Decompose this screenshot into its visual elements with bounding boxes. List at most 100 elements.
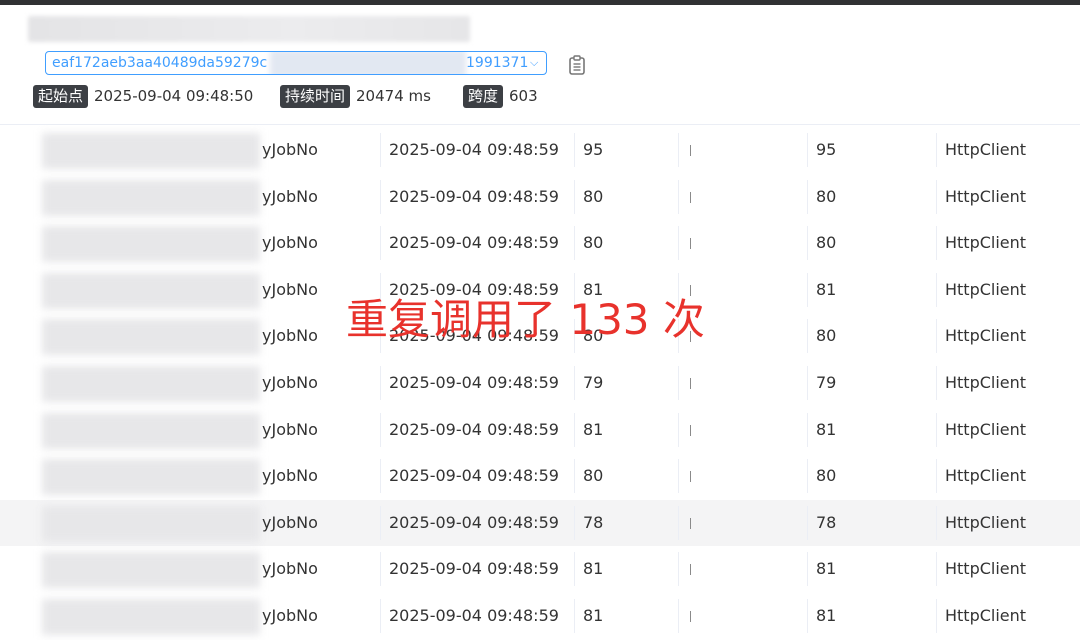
column-divider: [380, 598, 381, 633]
span-duration: 81: [583, 559, 604, 579]
column-divider: [574, 412, 575, 447]
span-duration: 78: [583, 512, 604, 532]
start-time-tag: 起始点: [33, 85, 89, 108]
span-name: yJobNo: [262, 326, 318, 346]
trace-id-start-text: eaf172aeb3aa40489da59279c: [52, 55, 268, 71]
span-component: HttpClient: [945, 559, 1027, 579]
span-duration: 80: [583, 233, 604, 253]
duration-bar: [690, 377, 691, 389]
span-self-duration: 81: [816, 559, 837, 579]
redacted-name: [42, 133, 260, 169]
span-self-duration: 80: [816, 233, 837, 253]
span-start-time: 2025-09-04 09:48:59: [389, 466, 559, 486]
column-divider: [807, 365, 808, 400]
redacted-name: [42, 272, 260, 309]
redacted-name: [42, 365, 260, 402]
span-component: HttpClient: [945, 279, 1027, 299]
table-row[interactable]: yJobNo 2025-09-04 09:48:59 80 80 HttpCli…: [0, 453, 1080, 500]
span-name: yJobNo: [262, 372, 318, 392]
span-component: HttpClient: [945, 466, 1027, 486]
trace-id-end-text: 1991371: [466, 55, 529, 71]
duration-value: 20474 ms: [356, 87, 431, 105]
duration-bar: [690, 191, 691, 203]
span-self-duration: 81: [816, 419, 837, 439]
column-divider: [574, 459, 575, 494]
column-divider: [936, 505, 937, 540]
column-divider: [574, 552, 575, 587]
column-divider: [574, 179, 575, 214]
table-row[interactable]: yJobNo 2025-09-04 09:48:59 81 81 HttpCli…: [0, 593, 1080, 640]
column-divider: [936, 598, 937, 633]
column-divider: [678, 133, 679, 167]
span-self-duration: 81: [816, 605, 837, 625]
span-count-tag: 跨度: [463, 85, 504, 108]
column-divider: [380, 412, 381, 447]
table-row[interactable]: yJobNo 2025-09-04 09:48:59 79 79 HttpCli…: [0, 360, 1080, 407]
clipboard-icon[interactable]: [568, 55, 586, 75]
column-divider: [807, 319, 808, 354]
redacted-name: [42, 505, 260, 542]
header-divider: [0, 124, 1080, 125]
span-duration: 79: [583, 372, 604, 392]
column-divider: [380, 459, 381, 494]
span-self-duration: 80: [816, 466, 837, 486]
table-row[interactable]: yJobNo 2025-09-04 09:48:59 81 81 HttpCli…: [0, 407, 1080, 454]
column-divider: [936, 459, 937, 494]
span-start-time: 2025-09-04 09:48:59: [389, 140, 559, 159]
redacted-name: [42, 552, 260, 589]
column-divider: [936, 179, 937, 214]
span-start-time: 2025-09-04 09:48:59: [389, 233, 559, 253]
start-time-meta: 起始点 2025-09-04 09:48:50: [33, 84, 253, 108]
span-name: yJobNo: [262, 605, 318, 625]
column-divider: [380, 552, 381, 587]
column-divider: [574, 598, 575, 633]
table-row[interactable]: yJobNo 2025-09-04 09:48:59 95 95 HttpCli…: [0, 127, 1080, 174]
column-divider: [936, 412, 937, 447]
column-divider: [936, 552, 937, 587]
table-row[interactable]: yJobNo 2025-09-04 09:48:59 80 80 HttpCli…: [0, 220, 1080, 267]
table-row[interactable]: yJobNo 2025-09-04 09:48:59 81 81 HttpCli…: [0, 546, 1080, 593]
span-count-value: 603: [509, 87, 538, 105]
span-duration: 80: [583, 186, 604, 206]
span-self-duration: 79: [816, 372, 837, 392]
column-divider: [678, 226, 679, 261]
span-component: HttpClient: [945, 372, 1027, 392]
repeat-call-annotation: 重复调用了 133 次: [346, 295, 705, 344]
span-name: yJobNo: [262, 512, 318, 532]
column-divider: [807, 459, 808, 494]
span-self-duration: 80: [816, 186, 837, 206]
span-self-duration: 95: [816, 140, 837, 159]
redacted-title: [28, 16, 470, 42]
column-divider: [678, 179, 679, 214]
duration-bar: [690, 424, 691, 436]
column-divider: [807, 272, 808, 307]
span-table: yJobNo 2025-09-04 09:48:59 95 95 HttpCli…: [0, 127, 1080, 640]
span-start-time: 2025-09-04 09:48:59: [389, 605, 559, 625]
column-divider: [574, 505, 575, 540]
column-divider: [678, 598, 679, 633]
chevron-down-icon[interactable]: ⌵: [530, 52, 538, 74]
redacted-name: [42, 319, 260, 356]
redacted-name: [42, 226, 260, 263]
table-row[interactable]: yJobNo 2025-09-04 09:48:59 80 80 HttpCli…: [0, 174, 1080, 221]
column-divider: [936, 133, 937, 167]
column-divider: [807, 552, 808, 587]
column-divider: [807, 179, 808, 214]
column-divider: [380, 133, 381, 167]
column-divider: [678, 459, 679, 494]
column-divider: [678, 412, 679, 447]
duration-bar: [690, 517, 691, 529]
column-divider: [678, 552, 679, 587]
span-count-meta: 跨度 603: [463, 84, 538, 108]
window-top-bar: [0, 0, 1080, 5]
table-row-hovered[interactable]: yJobNo 2025-09-04 09:48:59 78 78 HttpCli…: [0, 499, 1080, 547]
trace-id-select[interactable]: eaf172aeb3aa40489da59279c 1991371 ⌵: [45, 51, 547, 75]
column-divider: [807, 133, 808, 167]
span-self-duration: 78: [816, 512, 837, 532]
span-start-time: 2025-09-04 09:48:59: [389, 372, 559, 392]
span-duration: 95: [583, 140, 604, 159]
span-name: yJobNo: [262, 419, 318, 439]
span-component: HttpClient: [945, 512, 1027, 532]
start-time-value: 2025-09-04 09:48:50: [94, 87, 254, 105]
column-divider: [807, 505, 808, 540]
